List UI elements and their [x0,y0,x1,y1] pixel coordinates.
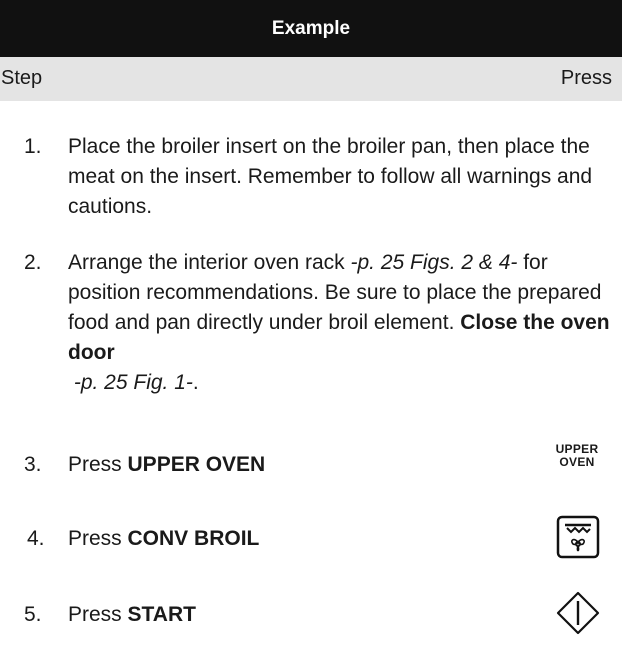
conv-broil-key-icon [556,515,600,559]
step-5-text: Press START [68,603,196,626]
step-2-number: 2. [24,251,42,274]
upper-oven-key-icon: UPPER OVEN [555,442,599,469]
step-4-text: Press CONV BROIL [68,527,260,550]
step-5-number: 5. [24,603,42,626]
step-4-number: 4. [27,527,45,550]
example-title: Example [271,17,351,39]
example-header: Example [0,0,622,57]
step-column-label: Step [1,67,43,89]
start-key-label: START [127,603,196,626]
start-key-icon [556,591,600,635]
press-column-label: Press [560,67,612,89]
conv-broil-key-label: CONV BROIL [127,527,260,550]
step-3-text: Press UPPER OVEN [68,453,266,476]
step-1-number: 1. [24,135,42,158]
step-3-number: 3. [24,453,42,476]
upper-oven-key-label: UPPER OVEN [127,453,266,476]
page-reference: -p. 25 Fig. 1- [73,371,193,394]
step-press-header: Step Press [0,57,622,101]
step-2-text: Arrange the interior oven rack -p. 25 Fi… [68,251,610,394]
page-reference: -p. 25 Figs. 2 & 4- [350,251,518,274]
step-1-text: Place the broiler insert on the broiler … [68,135,593,218]
